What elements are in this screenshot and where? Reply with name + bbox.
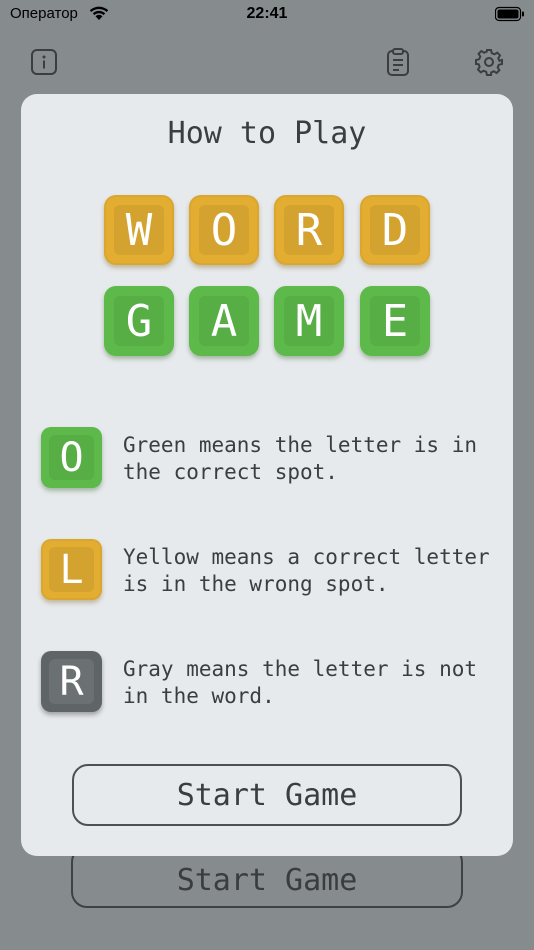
game-tile-g: G [104, 286, 174, 356]
clock: 22:41 [246, 5, 288, 22]
rule-gray-text: Gray means the letter is not in the word… [123, 657, 478, 708]
start-game-button[interactable]: Start Game [72, 764, 462, 826]
word-tile-r: R [274, 195, 344, 265]
game-tile-m: M [274, 286, 344, 356]
how-to-play-modal: How to Play W O R D G A M E O Green mean… [21, 94, 513, 856]
info-icon[interactable] [29, 47, 59, 77]
word-tile-w: W [104, 195, 174, 265]
rule-green-text: Green means the letter is in the correct… [123, 433, 478, 484]
game-tile-a: A [189, 286, 259, 356]
word-tile-d: D [360, 195, 430, 265]
word-tile-o: O [189, 195, 259, 265]
status-bar: Оператор 22:41 [0, 0, 534, 30]
modal-title: How to Play [167, 116, 367, 151]
battery-icon [495, 6, 524, 22]
rule-yellow-tile: L [41, 539, 102, 600]
rule-green-tile: O [41, 427, 102, 488]
rule-yellow-text: Yellow means a correct letter is in the … [123, 545, 490, 596]
rule-gray-tile: R [41, 651, 102, 712]
game-tile-e: E [360, 286, 430, 356]
gear-icon[interactable] [474, 47, 504, 77]
clipboard-icon[interactable] [383, 47, 413, 77]
